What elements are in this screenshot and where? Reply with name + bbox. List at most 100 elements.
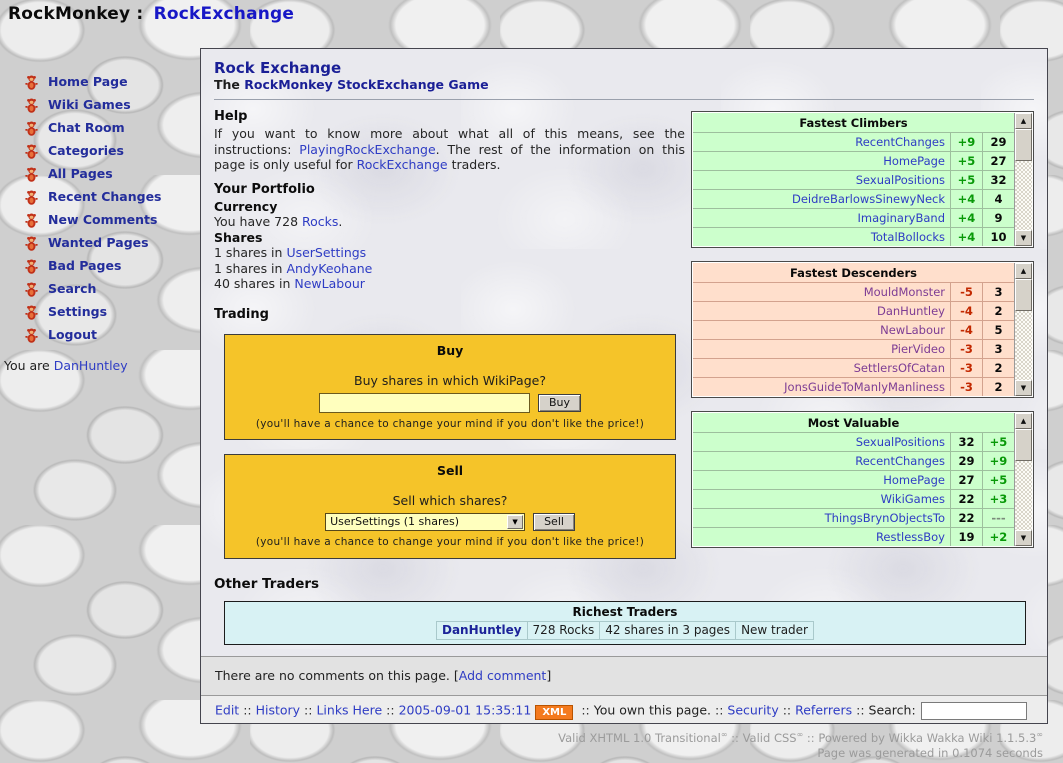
toolbar-link-links-here[interactable]: Links Here [316,703,382,718]
sidebar-item-search[interactable]: Search [24,277,162,300]
help-text-after: traders. [448,157,501,172]
buy-input[interactable] [319,393,530,413]
toolbar-link-security[interactable]: Security [727,703,778,718]
select-dropdown-arrow-icon[interactable]: ▼ [507,515,523,529]
separator: :: [300,703,316,718]
stat-page-link[interactable]: SexualPositions [856,435,945,449]
scrollbar[interactable]: ▲▼ [1014,263,1032,396]
sidebar-item-label: Chat Room [48,120,125,135]
stat-row: PierVideo-33 [693,340,1014,359]
content-column: Rock Exchange The RockMonkey StockExchan… [200,48,1048,724]
footer-search-input[interactable] [921,702,1027,720]
stat-change-cell: +5 [951,152,983,171]
sidebar-item-wiki-games[interactable]: Wiki Games [24,93,162,116]
scroll-up-icon[interactable]: ▲ [1015,263,1032,279]
validation-link[interactable]: Powered by Wikka Wakka Wiki 1.1.5.3 [818,731,1036,745]
xml-badge[interactable]: XML [535,705,573,720]
stat-name-cell: SexualPositions [693,171,951,190]
toolbar-link-referrers[interactable]: Referrers [795,703,852,718]
sidebar-item-all-pages[interactable]: All Pages [24,162,162,185]
stat-table-body: Fastest ClimbersRecentChanges+929HomePag… [693,113,1014,246]
add-comment-link[interactable]: Add comment [459,668,547,683]
validation-link[interactable]: Valid XHTML 1.0 Transitional [558,731,721,745]
sidebar-item-wanted-pages[interactable]: Wanted Pages [24,231,162,254]
sidebar-item-bad-pages[interactable]: Bad Pages [24,254,162,277]
page-name-link[interactable]: RockExchange [154,4,295,24]
sidebar-item-label: Search [48,281,96,296]
sidebar-item-logout[interactable]: Logout [24,323,162,346]
stat-change-cell: -5 [951,283,983,302]
no-comments-text: There are no comments on this page. [215,668,454,683]
share-page-link[interactable]: AndyKeohane [286,261,372,276]
sidebar-item-recent-changes[interactable]: Recent Changes [24,185,162,208]
scrollbar-thumb[interactable] [1015,429,1032,461]
scroll-down-icon[interactable]: ▼ [1015,530,1032,546]
separator: :: [577,703,593,718]
scrollbar[interactable]: ▲▼ [1014,113,1032,246]
stat-page-link[interactable]: NewLabour [880,323,945,337]
rockexchange-link[interactable]: RockExchange [357,157,448,172]
playing-rockexchange-link[interactable]: PlayingRockExchange [299,142,435,157]
stat-page-link[interactable]: RestlessBoy [876,530,945,544]
stat-name-cell: TotalBollocks [693,228,951,247]
scrollbar-thumb[interactable] [1015,279,1032,311]
current-user-link[interactable]: DanHuntley [54,358,128,373]
scroll-down-icon[interactable]: ▼ [1015,380,1032,396]
sidebar-item-home-page[interactable]: Home Page [24,70,162,93]
stat-page-link[interactable]: ThingsBrynObjectsTo [825,511,945,525]
buy-button[interactable]: Buy [538,394,581,412]
stat-value-cell: 32 [983,171,1015,190]
sidebar-item-chat-room[interactable]: Chat Room [24,116,162,139]
stat-page-link[interactable]: ImaginaryBand [857,211,945,225]
sidebar-item-categories[interactable]: Categories [24,139,162,162]
scroll-up-icon[interactable]: ▲ [1015,413,1032,429]
sell-shares-select[interactable]: UserSettings (1 shares) ▼ [325,513,525,531]
stat-page-link[interactable]: PierVideo [891,342,945,356]
subtitle-link[interactable]: RockMonkey StockExchange Game [244,77,488,92]
share-page-link[interactable]: UserSettings [286,245,366,260]
share-line: 1 shares in UserSettings [214,245,685,261]
stat-page-link[interactable]: WikiGames [881,492,945,506]
scrollbar-track[interactable] [1015,161,1032,230]
stat-page-link[interactable]: DanHuntley [877,304,945,318]
stat-page-link[interactable]: HomePage [883,154,945,168]
share-page-link[interactable]: NewLabour [294,276,365,291]
stat-row: HomePage+527 [693,152,1014,171]
trader-link[interactable]: DanHuntley [442,623,522,637]
scroll-down-icon[interactable]: ▼ [1015,230,1032,246]
stat-page-link[interactable]: SettlersOfCatan [854,361,945,375]
stat-value-cell: 3 [983,340,1015,359]
stat-page-link[interactable]: RecentChanges [855,454,945,468]
scrollbar-track[interactable] [1015,311,1032,380]
scrollbar-track[interactable] [1015,461,1032,530]
sidebar-item-new-comments[interactable]: New Comments [24,208,162,231]
stat-page-link[interactable]: TotalBollocks [871,230,945,244]
buy-note: (you'll have a chance to change your min… [225,418,675,430]
stat-table-title: Fastest Climbers [693,113,1014,132]
scrollbar-thumb[interactable] [1015,129,1032,161]
toolbar-link-2005-09-01-15-35-11[interactable]: 2005-09-01 15:35:11 [399,703,532,718]
scroll-up-icon[interactable]: ▲ [1015,113,1032,129]
stat-page-link[interactable]: JonsGuideToManlyManliness [784,380,945,394]
credit-separator: :: [728,731,743,745]
stat-page-link[interactable]: HomePage [883,473,945,487]
toolbar-link-edit[interactable]: Edit [215,703,239,718]
external-link-icon: ∞ [721,730,728,739]
separator: :: [711,703,727,718]
stat-value-cell: 3 [983,283,1015,302]
stat-name-cell: ThingsBrynObjectsTo [693,509,951,528]
stat-page-link[interactable]: DeidreBarlowsSinewyNeck [792,192,945,206]
rocks-link[interactable]: Rocks [302,214,338,229]
scrollbar[interactable]: ▲▼ [1014,413,1032,546]
stat-change-cell: +3 [983,490,1015,509]
sidebar-item-settings[interactable]: Settings [24,300,162,323]
stat-tables: Fastest ClimbersRecentChanges+929HomePag… [691,111,1034,561]
validation-link[interactable]: Valid CSS [743,731,797,745]
stat-row: DanHuntley-42 [693,302,1014,321]
stat-value-cell: 9 [983,209,1015,228]
toolbar-link-history[interactable]: History [256,703,300,718]
stat-page-link[interactable]: MouldMonster [864,285,945,299]
stat-page-link[interactable]: RecentChanges [855,135,945,149]
stat-page-link[interactable]: SexualPositions [856,173,945,187]
sell-button[interactable]: Sell [533,513,575,531]
